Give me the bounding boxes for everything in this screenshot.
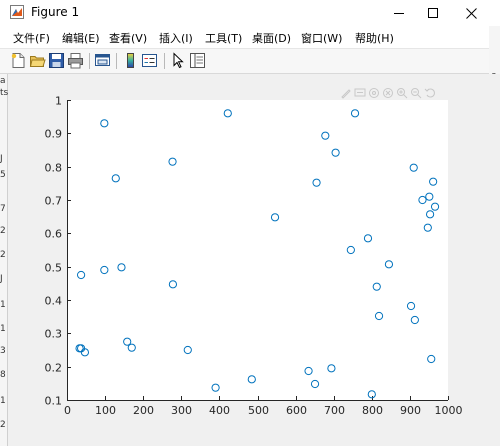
data-point[interactable] bbox=[223, 109, 232, 118]
y-tick-label: 0.8 bbox=[45, 162, 63, 175]
data-point[interactable] bbox=[346, 245, 355, 255]
data-point[interactable] bbox=[100, 265, 109, 275]
data-point[interactable] bbox=[418, 195, 427, 205]
data-point[interactable] bbox=[350, 109, 360, 118]
data-point[interactable] bbox=[327, 364, 336, 373]
data-point[interactable] bbox=[331, 148, 340, 157]
data-point[interactable] bbox=[100, 119, 109, 128]
x-tick-label: 1000 bbox=[435, 404, 463, 417]
data-point[interactable] bbox=[367, 390, 376, 399]
data-point[interactable] bbox=[363, 234, 373, 243]
data-point[interactable] bbox=[304, 366, 313, 376]
x-tick-label: 200 bbox=[133, 404, 154, 417]
y-tick-label: 0.5 bbox=[45, 262, 63, 275]
data-point[interactable] bbox=[425, 192, 434, 201]
data-point[interactable] bbox=[247, 375, 256, 384]
data-point[interactable] bbox=[430, 202, 440, 211]
y-tick-label: 0.7 bbox=[45, 195, 63, 208]
y-tick-label: 0.6 bbox=[45, 228, 63, 241]
data-point[interactable] bbox=[270, 213, 280, 222]
data-point[interactable] bbox=[127, 343, 136, 352]
scatter-chart: 0 100 200 300 400 500 600 700 800 900 1000 0.1 0.2 0.… bbox=[45, 95, 463, 418]
x-tick-label: 900 bbox=[400, 404, 421, 417]
x-tick-label: 700 bbox=[324, 404, 345, 417]
y-tick-label: 0.3 bbox=[45, 328, 63, 341]
y-tick-label: 1 bbox=[55, 95, 62, 108]
data-point[interactable] bbox=[168, 157, 177, 166]
data-point[interactable] bbox=[211, 383, 220, 392]
x-tick-label: 400 bbox=[209, 404, 230, 417]
data-point[interactable] bbox=[429, 177, 438, 186]
y-tick-label: 0.4 bbox=[45, 295, 63, 308]
x-tick-label: 800 bbox=[362, 404, 383, 417]
data-point[interactable] bbox=[117, 263, 126, 272]
x-tick-label: 100 bbox=[95, 404, 116, 417]
data-point[interactable] bbox=[76, 270, 86, 280]
data-point[interactable] bbox=[372, 282, 381, 291]
x-tick-label: 300 bbox=[171, 404, 192, 417]
x-tick-label: 600 bbox=[286, 404, 307, 417]
data-point[interactable] bbox=[406, 301, 416, 311]
y-tick-label: 0.9 bbox=[45, 128, 63, 141]
data-point[interactable] bbox=[384, 260, 394, 269]
data-point[interactable] bbox=[321, 131, 330, 140]
data-point[interactable] bbox=[312, 178, 321, 187]
x-tick-label: 0 bbox=[64, 404, 71, 417]
data-point[interactable] bbox=[410, 315, 419, 325]
data-point[interactable] bbox=[423, 223, 432, 232]
figure-window: Figure 1 文件(F) 编辑(E) 查看(V) 插入(I) 工具(T) 桌… bbox=[0, 0, 500, 446]
y-tick-label: 0.2 bbox=[45, 362, 63, 375]
data-point[interactable] bbox=[111, 174, 120, 183]
x-tick-label: 500 bbox=[248, 404, 269, 417]
data-point[interactable] bbox=[425, 210, 435, 219]
data-point[interactable] bbox=[427, 354, 436, 364]
data-point[interactable] bbox=[183, 345, 192, 355]
y-tick-label: 0.1 bbox=[45, 395, 63, 408]
data-point[interactable] bbox=[168, 280, 178, 289]
data-point[interactable] bbox=[374, 311, 384, 321]
data-point[interactable] bbox=[409, 163, 418, 172]
data-point[interactable] bbox=[310, 379, 320, 389]
